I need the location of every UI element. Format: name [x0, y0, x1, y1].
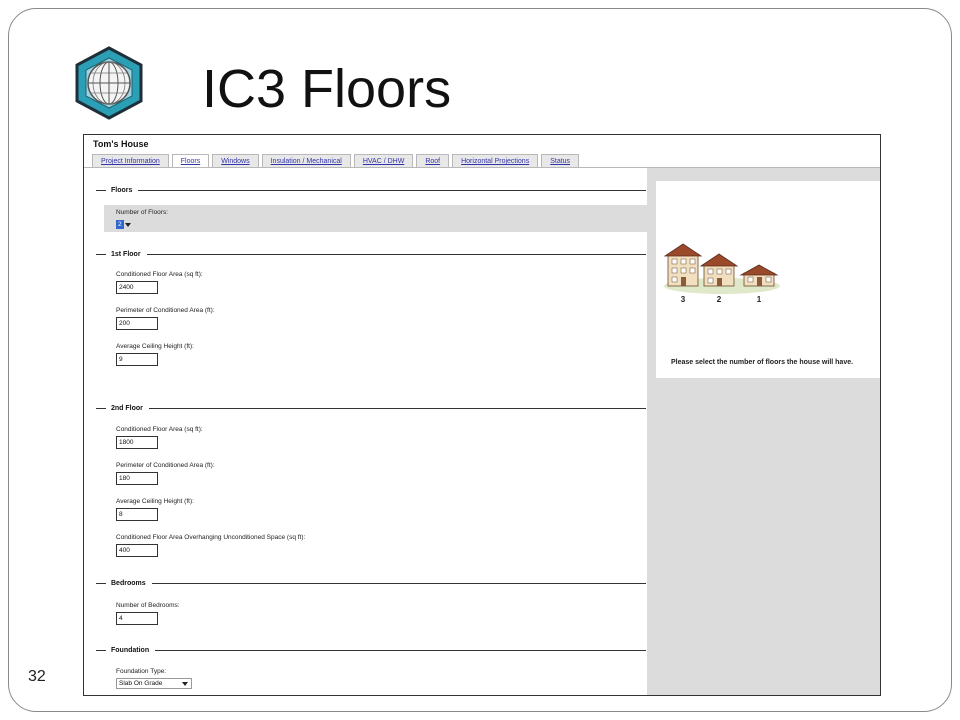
first-floor-area-label: Conditioned Floor Area (sq ft): — [116, 271, 203, 278]
first-floor-ceiling-label: Average Ceiling Height (ft): — [116, 343, 194, 350]
foundation-type-label: Foundation Type: — [116, 668, 167, 675]
bedrooms-input[interactable]: 4 — [116, 612, 158, 625]
house-label-one: 1 — [757, 295, 762, 304]
second-floor-overhang-input[interactable]: 400 — [116, 544, 158, 557]
ic3-logo-icon — [75, 46, 143, 120]
first-floor-area-input[interactable]: 2400 — [116, 281, 158, 294]
tab-status[interactable]: Status — [541, 154, 580, 168]
second-floor-area-input[interactable]: 1800 — [116, 436, 158, 449]
section-second-floor: 2nd Floor — [96, 403, 646, 413]
section-heading: 2nd Floor — [111, 404, 143, 412]
houses-illustration-icon: 3 2 1 — [663, 243, 780, 304]
slide-title: IC3 Floors — [202, 59, 452, 119]
floors-count-band — [104, 205, 647, 232]
foundation-type-select[interactable]: Slab On Grade — [116, 678, 192, 689]
bedrooms-label: Number of Bedrooms: — [116, 602, 180, 609]
num-floors-select[interactable]: 2 — [116, 219, 134, 230]
section-foundation: Foundation — [96, 645, 646, 655]
section-heading: Floors — [111, 186, 133, 194]
house-label-three: 3 — [681, 295, 686, 304]
section-heading: 1st Floor — [111, 250, 141, 258]
help-text: Please select the number of floors the h… — [671, 359, 854, 366]
section-bedrooms: Bedrooms — [96, 578, 646, 588]
section-floors: Floors — [96, 185, 646, 195]
tab-horizontal-projections[interactable]: Horizontal Projections — [452, 154, 539, 168]
second-floor-ceiling-input[interactable]: 8 — [116, 508, 158, 521]
floors-form: Floors Number of Floors: 2 1st Floor Con… — [84, 168, 647, 695]
second-floor-perimeter-input[interactable]: 180 — [116, 472, 158, 485]
second-floor-overhang-label: Conditioned Floor Area Overhanging Uncon… — [116, 534, 306, 541]
house-label-two: 2 — [717, 295, 722, 304]
tab-roof[interactable]: Roof — [416, 154, 450, 168]
first-floor-perimeter-input[interactable]: 200 — [116, 317, 158, 330]
first-floor-ceiling-input[interactable]: 9 — [116, 353, 158, 366]
project-title: Tom's House — [93, 139, 149, 149]
section-heading: Bedrooms — [111, 579, 146, 587]
tab-hvac-dhw[interactable]: HVAC / DHW — [353, 154, 414, 168]
slide-number: 32 — [28, 668, 46, 685]
ic3-app-window: Tom's House Project Information Floors W… — [83, 134, 881, 696]
tab-project-information[interactable]: Project Information — [92, 154, 169, 168]
tab-insulation-mechanical[interactable]: Insulation / Mechanical — [261, 154, 351, 168]
tab-bar: Project Information Floors Windows Insul… — [92, 154, 582, 169]
foundation-type-value: Slab On Grade — [119, 680, 163, 687]
chevron-down-icon — [125, 222, 131, 227]
second-floor-ceiling-label: Average Ceiling Height (ft): — [116, 498, 194, 505]
second-floor-area-label: Conditioned Floor Area (sq ft): — [116, 426, 203, 433]
chevron-down-icon — [182, 681, 188, 686]
section-heading: Foundation — [111, 646, 150, 654]
num-floors-value: 2 — [116, 220, 124, 229]
section-first-floor: 1st Floor — [96, 249, 646, 259]
second-floor-perimeter-label: Perimeter of Conditioned Area (ft): — [116, 462, 215, 469]
first-floor-perimeter-label: Perimeter of Conditioned Area (ft): — [116, 307, 215, 314]
num-floors-label: Number of Floors: — [116, 209, 169, 216]
tab-windows[interactable]: Windows — [212, 154, 259, 168]
